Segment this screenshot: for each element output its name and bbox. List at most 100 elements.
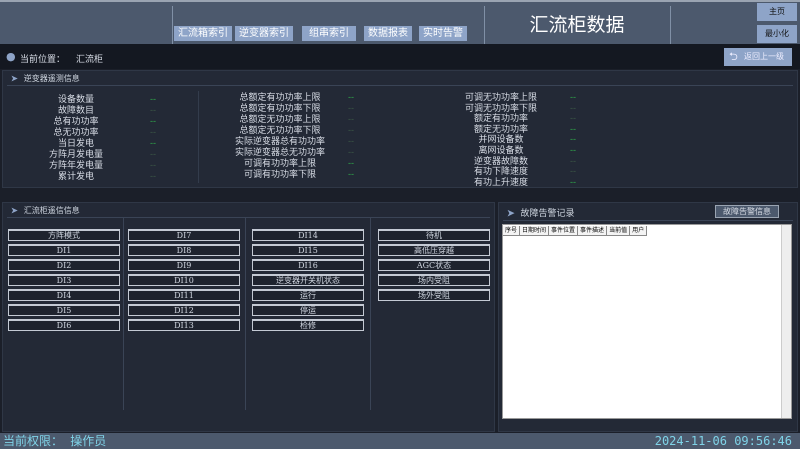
column-header[interactable]: 事件描述 — [578, 226, 608, 236]
telemetry-label: 有功上升速度 — [473, 177, 528, 188]
column-header[interactable]: 序号 — [503, 226, 521, 236]
chevron-right-icon: ➤ — [11, 73, 18, 83]
telemetry-title: 逆变器遥测信息 — [23, 74, 80, 83]
telemetry-label: 方阵月发电量 — [48, 150, 103, 160]
telemetry-label: 总额定有功功率下限 — [239, 104, 321, 114]
telemetry-value: -- — [569, 167, 577, 178]
telemetry-value: -- — [347, 148, 355, 158]
telemetry-value: -- — [149, 95, 157, 105]
scrollbar[interactable] — [781, 225, 791, 418]
home-button[interactable]: 主页 — [757, 3, 797, 21]
telemetry-label: 总额定无功功率上限 — [239, 115, 321, 125]
column-header[interactable]: 用户 — [630, 226, 648, 236]
chevron-right-icon: ➤ — [507, 209, 515, 219]
telemetry-label: 总额定有功功率上限 — [239, 93, 321, 103]
telemetry-value: -- — [569, 103, 577, 114]
divider — [172, 6, 173, 44]
telemetry-value: -- — [347, 159, 355, 169]
nav-data-report[interactable]: 数据报表 — [364, 26, 412, 41]
telemetry-value: -- — [347, 126, 355, 136]
signal-indicator: DI11 — [128, 289, 240, 301]
telemetry-label: 可调无功功率上限 — [464, 93, 537, 103]
telemetry-value: -- — [347, 93, 355, 103]
location-label: 当前位置： — [20, 55, 66, 65]
panel-title: ➤ 汇流柜遥信信息 — [11, 205, 80, 216]
column-header[interactable]: 当前值 — [607, 226, 631, 236]
back-button[interactable]: ⮌ 返回上一级 — [724, 48, 792, 66]
telemetry-label: 总额定无功功率下限 — [239, 126, 321, 136]
telemetry-label: 可调有功功率上限 — [243, 159, 316, 169]
signal-indicator: DI8 — [128, 244, 240, 256]
divider — [370, 218, 371, 410]
signal-indicator: 逆变器开关机状态 — [252, 274, 364, 286]
signal-indicator: 运行 — [252, 289, 364, 301]
signal-indicator: AGC状态 — [378, 259, 490, 271]
divider — [123, 218, 124, 410]
telemetry-label: 总有功功率 — [53, 117, 99, 127]
divider — [670, 6, 671, 44]
datetime: 2024-11-06 09:56:46 — [654, 434, 792, 448]
signal-indicator: DI6 — [8, 319, 120, 331]
signal-indicator: 高低压穿越 — [378, 244, 490, 256]
signal-indicator: 场外受阻 — [378, 289, 490, 301]
location-pin-icon: ● — [6, 50, 16, 63]
telemetry-label: 可调无功功率下限 — [464, 103, 537, 114]
nav-inverter-index[interactable]: 逆变器索引 — [235, 26, 293, 41]
column-header[interactable]: 事件位置 — [549, 226, 579, 236]
signal-indicator: 场内受阻 — [378, 274, 490, 286]
signal-indicator: DI4 — [8, 289, 120, 301]
panel-title: ➤ 逆变器遥测信息 — [11, 73, 80, 84]
signal-indicator: DI9 — [128, 259, 240, 271]
status-bar: 当前权限： 操作员 2024-11-06 09:56:46 — [0, 433, 800, 449]
location-value: 汇流柜 — [76, 55, 104, 65]
nav-combiner-index[interactable]: 汇流箱索引 — [174, 26, 232, 41]
signal-indicator: DI14 — [252, 229, 364, 241]
telemetry-label: 累计发电 — [57, 172, 94, 182]
telemetry-value: -- — [347, 104, 355, 114]
header: 汇流箱索引 逆变器索引 组串索引 数据报表 实时告警 汇流柜数据 主页 最小化 — [0, 0, 800, 44]
signal-indicator: DI10 — [128, 274, 240, 286]
telemetry-value: -- — [569, 114, 577, 125]
telemetry-value: -- — [347, 137, 355, 147]
telemetry-value: -- — [347, 115, 355, 125]
signal-indicator: DI13 — [128, 319, 240, 331]
telemetry-label: 离网设备数 — [478, 146, 524, 156]
nav-string-index[interactable]: 组串索引 — [302, 26, 356, 41]
signals-title: 汇流柜遥信信息 — [23, 206, 80, 215]
permission-text: 当前权限： 操作员 — [3, 434, 107, 448]
telemetry-value: -- — [149, 150, 157, 160]
telemetry-label: 总无功功率 — [53, 128, 99, 138]
alarm-title: 故障告警记录 — [520, 209, 575, 219]
telemetry-value: -- — [149, 106, 157, 116]
telemetry-label: 实际逆变器总无功功率 — [234, 148, 325, 158]
telemetry-label: 方阵年发电量 — [48, 161, 103, 171]
divider — [198, 91, 199, 183]
signal-indicator: 待机 — [378, 229, 490, 241]
chevron-right-icon: ➤ — [11, 205, 18, 215]
alarm-table[interactable]: 序号 日期时间 事件位置 事件描述 当前值 用户 — [502, 224, 792, 419]
telemetry-value: -- — [569, 177, 577, 188]
telemetry-value: -- — [569, 135, 577, 146]
telemetry-label: 实际逆变器总有功功率 — [234, 137, 325, 147]
telemetry-label: 额定有功功率 — [473, 114, 528, 125]
return-arrow-icon: ⮌ — [729, 50, 738, 63]
column-header[interactable]: 日期时间 — [520, 226, 550, 236]
telemetry-label: 有功下降速度 — [473, 167, 528, 178]
telemetry-value: -- — [347, 170, 355, 180]
telemetry-value: -- — [149, 139, 157, 149]
telemetry-value: -- — [149, 172, 157, 182]
divider — [245, 218, 246, 410]
signal-indicator: DI2 — [8, 259, 120, 271]
telemetry-panel: ➤ 逆变器遥测信息 设备数量 -- 故障数目 -- 总有功功率 -- 总无功功率 -- 当日发电 -… — [2, 70, 798, 188]
panel-title: ➤ 故障告警记录 — [507, 206, 575, 219]
nav-realtime-alarm[interactable]: 实时告警 — [419, 26, 467, 41]
signal-indicator: DI15 — [252, 244, 364, 256]
signal-indicator: DI12 — [128, 304, 240, 316]
signal-indicator: DI16 — [252, 259, 364, 271]
page-title: 汇流柜数据 — [529, 14, 625, 36]
signal-indicator: DI7 — [128, 229, 240, 241]
alarm-info-button[interactable]: 故障告警信息 — [715, 205, 779, 218]
telemetry-label: 并网设备数 — [478, 135, 524, 146]
minimize-button[interactable]: 最小化 — [757, 25, 797, 43]
back-label: 返回上一级 — [744, 52, 784, 61]
